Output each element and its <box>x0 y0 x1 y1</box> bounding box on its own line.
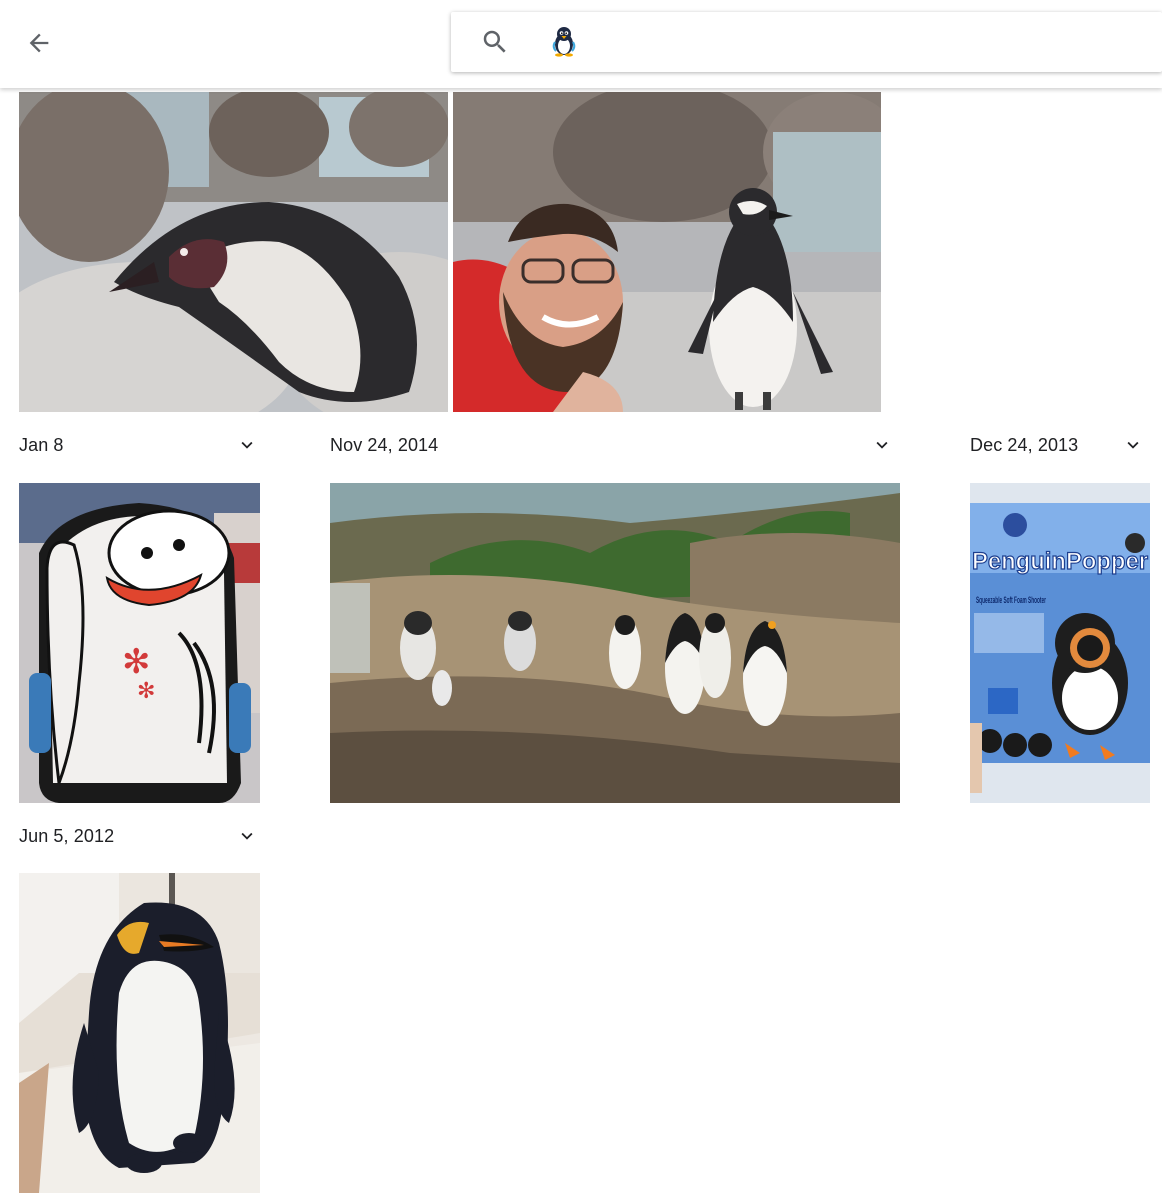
section-date: Jun 5, 2012 <box>19 825 115 846</box>
section-header-jan-8: Jan 8 <box>19 430 259 460</box>
section-expand-button[interactable] <box>1121 433 1145 457</box>
photo-penguin-plush[interactable] <box>19 873 260 1193</box>
chevron-down-icon <box>1127 441 1139 449</box>
photo-penguin-sled[interactable]: ✻ ✻ <box>19 483 260 803</box>
chevron-down-icon <box>876 441 888 449</box>
photo-penguin-closeup[interactable] <box>19 92 448 412</box>
search-icon <box>483 30 506 53</box>
svg-text:✻: ✻ <box>137 679 155 704</box>
back-button[interactable] <box>16 20 62 66</box>
section-date: Jan 8 <box>19 434 64 455</box>
search-input[interactable] <box>551 24 1162 60</box>
chevron-down-icon <box>241 832 253 840</box>
photo-penguin-popper-package[interactable]: PenguinPopper Squeezable Soft Foam Shoot… <box>970 483 1150 803</box>
arrow-back-icon <box>29 33 49 53</box>
svg-text:✻: ✻ <box>122 642 151 682</box>
search-button[interactable] <box>477 24 513 60</box>
section-header-nov-24-2014: Nov 24, 2014 <box>330 430 894 460</box>
section-date: Nov 24, 2014 <box>330 434 439 455</box>
section-expand-button[interactable] <box>235 433 259 457</box>
package-subtitle-text: Squeezable Soft Foam Shooter <box>976 595 1046 605</box>
chevron-down-icon <box>241 441 253 449</box>
section-header-dec-24-2013: Dec 24, 2013 <box>970 430 1145 460</box>
section-date: Dec 24, 2013 <box>970 434 1079 455</box>
section-expand-button[interactable] <box>870 433 894 457</box>
top-app-bar <box>0 0 1162 88</box>
section-expand-button[interactable] <box>235 824 259 848</box>
photo-penguin-exhibit[interactable] <box>330 483 900 803</box>
section-header-jun-5-2012: Jun 5, 2012 <box>19 821 259 851</box>
photo-selfie-with-penguin[interactable] <box>453 92 881 412</box>
package-brand-text: PenguinPopper <box>972 548 1148 575</box>
search-bar[interactable] <box>451 12 1162 72</box>
